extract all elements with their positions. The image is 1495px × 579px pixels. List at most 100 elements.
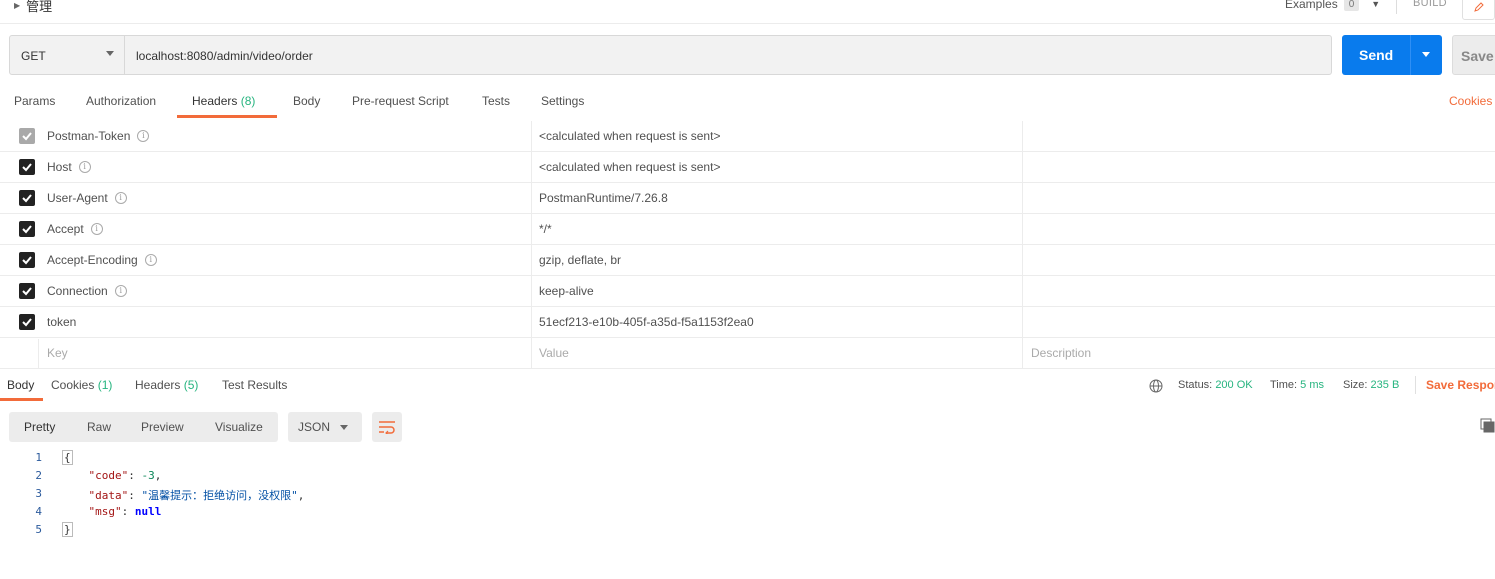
header-value[interactable]: <calculated when request is sent> [539,160,720,174]
header-key[interactable]: Postman-Token i [47,129,150,143]
header-value[interactable]: <calculated when request is sent> [539,129,720,143]
size-value[interactable]: 235 B [1371,379,1400,391]
table-row-new: Key Value Description [0,338,1495,369]
row-checkbox[interactable] [19,252,35,268]
tab-body[interactable]: Body [293,94,320,108]
status-label: Status: [1178,379,1213,391]
send-dropdown-icon[interactable] [1422,52,1430,57]
tab-response-cookies-count: (1) [97,378,113,392]
tab-headers-count: (8) [240,94,256,108]
header-key[interactable]: Host i [47,160,91,174]
close-brace: } [62,522,73,537]
line-number: 2 [35,469,42,482]
view-mode-group: Pretty Raw Preview Visualize [9,412,278,442]
globe-icon[interactable] [1149,379,1163,393]
check-icon [22,194,32,203]
json-key: "code" [88,469,129,482]
code-line: 1 { [0,450,600,469]
view-pretty-button[interactable]: Pretty [24,420,55,434]
row-checkbox[interactable] [19,159,35,175]
info-icon[interactable]: i [137,130,150,142]
check-icon [22,132,32,141]
active-tab-indicator [0,398,43,401]
tab-pre-request-script[interactable]: Pre-request Script [352,94,449,108]
tab-settings[interactable]: Settings [541,94,584,108]
view-raw-button[interactable]: Raw [87,420,111,434]
examples-count: 0 [1343,0,1360,11]
header-value[interactable]: PostmanRuntime/7.26.8 [539,191,668,205]
save-label: Save [1461,48,1494,64]
header-key[interactable]: token [47,315,76,329]
row-checkbox[interactable] [19,314,35,330]
tab-response-cookies[interactable]: Cookies (1) [51,378,112,392]
header-key[interactable]: Connection i [47,284,127,298]
divider [1415,376,1416,394]
code-line: 5 } [0,522,600,541]
active-tab-indicator [177,115,277,118]
size-readout: Size: 235 B [1343,379,1399,391]
new-description-input[interactable]: Description [1031,346,1091,360]
info-icon[interactable]: i [78,161,91,173]
edit-button[interactable] [1462,0,1495,20]
header-key[interactable]: Accept-Encoding i [47,253,157,267]
header-key-text: token [47,315,77,329]
header-value[interactable]: 51ecf213-e10b-405f-a35d-f5a1153f2ea0 [539,315,754,329]
breadcrumb[interactable]: ▶ 管理 [14,0,52,15]
build-button[interactable]: BUILD [1413,0,1447,9]
info-icon[interactable]: i [114,192,127,204]
examples-label: Examples [1285,0,1338,11]
line-number: 1 [35,451,42,464]
save-response-button[interactable]: Save Respor [1426,378,1495,392]
header-key-text: User-Agent [47,191,108,205]
info-icon[interactable]: i [90,223,103,235]
tab-response-headers-label: Headers [135,378,181,392]
send-button[interactable]: Send [1342,35,1442,75]
row-checkbox[interactable] [19,128,35,144]
info-icon[interactable]: i [144,254,157,266]
check-icon [22,163,32,172]
tab-response-body[interactable]: Body [7,378,34,392]
format-label: JSON [298,420,331,434]
size-label: Size: [1343,379,1368,391]
line-number: 4 [35,505,42,518]
check-icon [22,318,32,327]
header-value[interactable]: gzip, deflate, br [539,253,621,267]
line-number: 3 [35,487,42,500]
row-checkbox[interactable] [19,221,35,237]
url-input[interactable]: localhost:8080/admin/video/order [124,35,1332,75]
status-value[interactable]: 200 OK [1215,379,1252,391]
tab-test-results[interactable]: Test Results [222,378,287,392]
format-select[interactable]: JSON [288,412,362,442]
tab-headers[interactable]: Headers (8) [192,94,255,108]
info-icon[interactable]: i [114,285,127,297]
header-value[interactable]: keep-alive [539,284,594,298]
cookies-link[interactable]: Cookies [1449,94,1492,108]
row-checkbox[interactable] [19,190,35,206]
divider [1396,0,1397,14]
table-row: token 51ecf213-e10b-405f-a35d-f5a1153f2e… [0,307,1495,338]
view-visualize-button[interactable]: Visualize [215,420,263,434]
tab-tests[interactable]: Tests [482,94,510,108]
header-key[interactable]: Accept i [47,222,103,236]
tab-params[interactable]: Params [14,94,55,108]
chevron-down-icon: ▼ [1371,0,1381,9]
examples-button[interactable]: Examples 0 ▼ [1285,0,1380,11]
copy-icon[interactable] [1480,418,1495,433]
tab-response-headers[interactable]: Headers (5) [135,378,198,392]
new-value-input[interactable]: Value [539,346,569,360]
method-select[interactable]: GET [9,35,125,75]
status-readout: Status: 200 OK [1178,379,1253,391]
header-value[interactable]: */* [539,222,552,236]
view-preview-button[interactable]: Preview [141,420,184,434]
method-label: GET [21,49,46,63]
save-button[interactable]: Save [1452,35,1495,75]
tab-authorization[interactable]: Authorization [86,94,156,108]
top-bar: ▶ 管理 Examples 0 ▼ BUILD [0,0,1495,24]
json-value: null [134,505,162,518]
table-row: Connection i keep-alive [0,276,1495,307]
header-key[interactable]: User-Agent i [47,191,127,205]
wrap-lines-button[interactable] [372,412,402,442]
time-value[interactable]: 5 ms [1300,379,1324,391]
new-key-input[interactable]: Key [47,346,68,360]
row-checkbox[interactable] [19,283,35,299]
